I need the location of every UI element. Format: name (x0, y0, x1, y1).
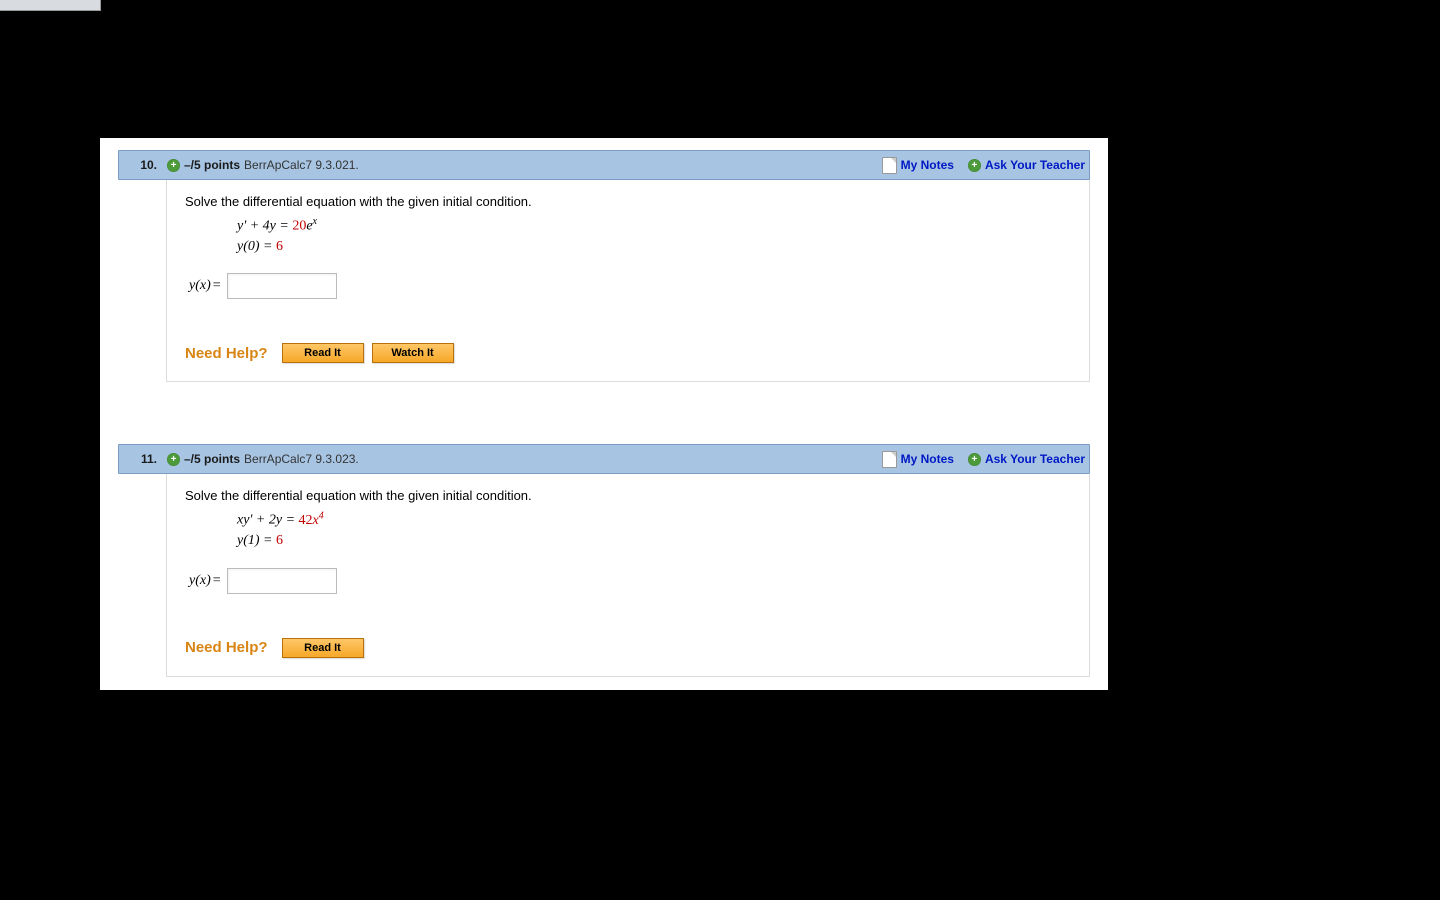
content-page: 10. + –/5 points BerrApCalc7 9.3.021. My… (100, 138, 1108, 690)
question-header: 10. + –/5 points BerrApCalc7 9.3.021. My… (118, 150, 1090, 180)
equation-block: y' + 4y = 20ex y(0) = 6 (237, 215, 1071, 257)
ask-teacher-link[interactable]: Ask Your Teacher (985, 452, 1085, 466)
browser-tab-stub (0, 0, 101, 11)
need-help-label: Need Help? (185, 639, 268, 656)
eq1-lhs: xy' + 2y = (237, 513, 299, 528)
eq1-lhs: y' + 4y = (237, 219, 292, 234)
equals-sign: = (213, 573, 221, 589)
question-body: Solve the differential equation with the… (166, 474, 1090, 676)
expand-icon[interactable]: + (167, 159, 180, 172)
watch-it-button[interactable]: Watch It (372, 343, 454, 363)
question-block-11: 11. + –/5 points BerrApCalc7 9.3.023. My… (118, 444, 1090, 676)
need-help-label: Need Help? (185, 345, 268, 362)
read-it-button[interactable]: Read It (282, 343, 364, 363)
question-number: 10. (119, 158, 159, 172)
eq1-sup: 4 (319, 510, 324, 521)
eq1-coef: 20 (292, 219, 306, 234)
eq2-lhs: y(0) = (237, 239, 276, 254)
plus-icon[interactable]: + (968, 453, 981, 466)
equation-line-1: xy' + 2y = 42x4 (237, 509, 1071, 531)
my-notes-link[interactable]: My Notes (901, 452, 954, 466)
answer-row: y(x) = (189, 273, 1071, 299)
ask-teacher-link[interactable]: Ask Your Teacher (985, 158, 1085, 172)
equation-block: xy' + 2y = 42x4 y(1) = 6 (237, 509, 1071, 551)
help-row: Need Help? Read It Watch It (185, 343, 1071, 363)
answer-row: y(x) = (189, 568, 1071, 594)
question-block-10: 10. + –/5 points BerrApCalc7 9.3.021. My… (118, 150, 1090, 382)
equation-line-2: y(1) = 6 (237, 531, 1071, 551)
equals-sign: = (213, 278, 221, 294)
answer-label: y(x) (189, 573, 211, 589)
answer-input[interactable] (227, 273, 337, 299)
answer-input[interactable] (227, 568, 337, 594)
eq2-val: 6 (276, 239, 283, 254)
question-instruction: Solve the differential equation with the… (185, 488, 1071, 503)
note-icon[interactable] (882, 157, 897, 174)
question-number: 11. (119, 452, 159, 466)
help-row: Need Help? Read It (185, 638, 1071, 658)
plus-icon[interactable]: + (968, 159, 981, 172)
read-it-button[interactable]: Read It (282, 638, 364, 658)
equation-line-2: y(0) = 6 (237, 237, 1071, 257)
note-icon[interactable] (882, 451, 897, 468)
equation-line-1: y' + 4y = 20ex (237, 215, 1071, 237)
eq2-lhs: y(1) = (237, 533, 276, 548)
my-notes-link[interactable]: My Notes (901, 158, 954, 172)
answer-label: y(x) (189, 278, 211, 294)
eq1-sup: x (313, 216, 317, 227)
eq2-val: 6 (276, 533, 283, 548)
question-instruction: Solve the differential equation with the… (185, 194, 1071, 209)
question-header: 11. + –/5 points BerrApCalc7 9.3.023. My… (118, 444, 1090, 474)
question-reference: BerrApCalc7 9.3.023. (244, 452, 359, 466)
question-points: –/5 points (184, 452, 240, 466)
question-body: Solve the differential equation with the… (166, 180, 1090, 382)
expand-icon[interactable]: + (167, 453, 180, 466)
question-reference: BerrApCalc7 9.3.021. (244, 158, 359, 172)
eq1-coef: 42 (299, 513, 313, 528)
question-points: –/5 points (184, 158, 240, 172)
